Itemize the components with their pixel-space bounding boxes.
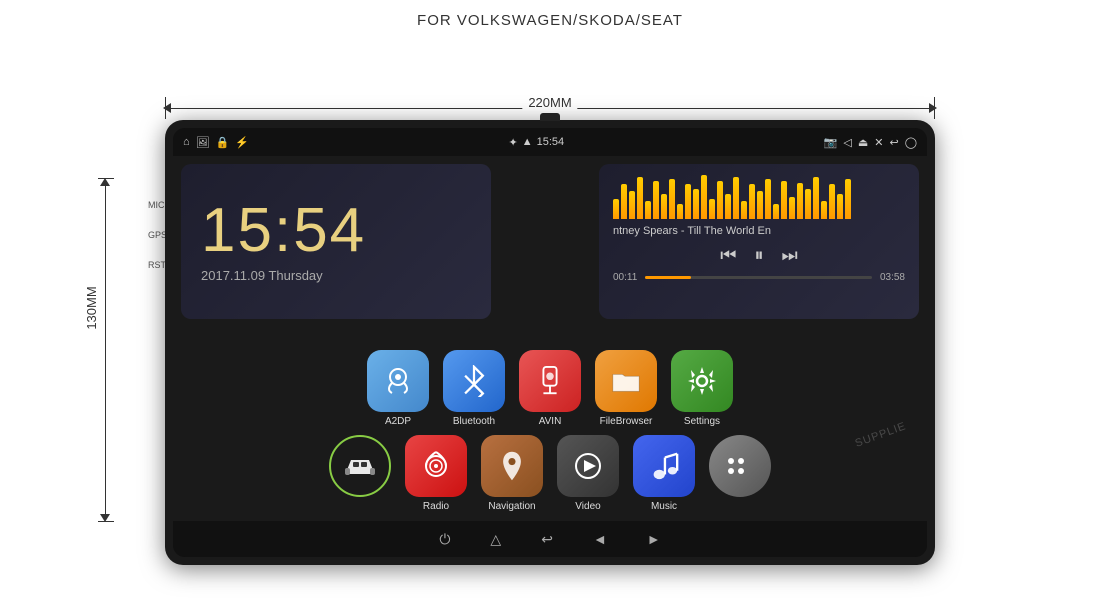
- music-controls: ⏮ ⏸ ⏭: [613, 245, 905, 266]
- music-title: ntney Spears - Till The World En: [613, 225, 905, 237]
- volume-icon[interactable]: ◁: [843, 136, 851, 149]
- next-button[interactable]: ⏭: [782, 245, 798, 266]
- status-left: ⌂ 🖼 🔒 ⚡: [183, 136, 249, 149]
- prev-button[interactable]: ⏮: [720, 245, 736, 266]
- video-icon: [557, 435, 619, 497]
- navigation-icon: [481, 435, 543, 497]
- status-right: 📷 ◁ ⏏ ✕ ↩ ◯: [824, 136, 917, 149]
- app-video[interactable]: Video: [557, 435, 619, 512]
- dim-arrow-left: [163, 103, 171, 113]
- navigation-label: Navigation: [488, 501, 535, 512]
- app-more[interactable]: [709, 435, 771, 512]
- bluetooth-status-icon: ✦: [509, 136, 518, 149]
- app-radio[interactable]: Radio: [405, 435, 467, 512]
- device-frame: ⌂ 🖼 🔒 ⚡ ✦ ▲ 15:54 📷 ◁ ⏏ ✕ ↩ ◯: [165, 120, 935, 565]
- page-title: FOR VOLKSWAGEN/SKODA/SEAT: [417, 12, 683, 29]
- image-icon: 🖼: [196, 136, 210, 149]
- status-center: ✦ ▲ 15:54: [509, 136, 565, 149]
- home-button[interactable]: △: [490, 531, 501, 548]
- music-progress: 00:11 03:58: [613, 272, 905, 283]
- bluetooth-label: Bluetooth: [453, 416, 495, 427]
- settings-label: Settings: [684, 416, 720, 427]
- music-bars: [613, 174, 905, 219]
- music-icon: [633, 435, 695, 497]
- clock-date-display: 2017.11.09 Thursday: [201, 268, 323, 283]
- wifi-icon: ▲: [522, 136, 533, 148]
- time-total: 03:58: [880, 272, 905, 283]
- a2dp-icon: [367, 350, 429, 412]
- time-elapsed: 00:11: [613, 272, 637, 283]
- usb-icon: ⚡: [235, 136, 249, 149]
- music-label: Music: [651, 501, 677, 512]
- avin-label: AVIN: [539, 416, 562, 427]
- lock-icon: 🔒: [216, 136, 230, 149]
- app-avin[interactable]: AVIN: [519, 350, 581, 427]
- a2dp-label: A2DP: [385, 416, 411, 427]
- dim-width-label: 220MM: [522, 95, 577, 110]
- device-bezel: ⌂ 🖼 🔒 ⚡ ✦ ▲ 15:54 📷 ◁ ⏏ ✕ ↩ ◯: [173, 128, 927, 557]
- close-icon[interactable]: ✕: [874, 136, 883, 149]
- avin-icon: [519, 350, 581, 412]
- power-button[interactable]: ⏻: [439, 531, 450, 548]
- back-button[interactable]: ↩: [541, 531, 553, 548]
- settings-icon: [671, 350, 733, 412]
- play-pause-button[interactable]: ⏸: [755, 245, 764, 266]
- dim-arrow-right: [929, 103, 937, 113]
- car-icon-container: [329, 435, 391, 497]
- app-row-1: A2DP Bluetooth: [173, 346, 927, 431]
- progress-fill: [645, 276, 690, 279]
- vol-down-button[interactable]: ◄: [593, 531, 607, 547]
- app-car[interactable]: [329, 435, 391, 512]
- app-row-2: Radio Navigation: [173, 431, 927, 516]
- filebrowser-label: FileBrowser: [600, 416, 653, 427]
- dim-line-vertical: [105, 180, 106, 520]
- progress-bar[interactable]: [645, 276, 872, 279]
- back-icon[interactable]: ↩: [889, 136, 898, 149]
- app-a2dp[interactable]: A2DP: [367, 350, 429, 427]
- app-navigation[interactable]: Navigation: [481, 435, 543, 512]
- home-icon[interactable]: ⌂: [183, 136, 190, 148]
- music-widget: ntney Spears - Till The World En ⏮ ⏸ ⏭ 0…: [599, 164, 919, 319]
- vol-up-button[interactable]: ►: [647, 531, 661, 547]
- radio-icon: [405, 435, 467, 497]
- device-connector-nub: [540, 113, 560, 121]
- app-grid: A2DP Bluetooth: [173, 346, 927, 516]
- status-bar: ⌂ 🖼 🔒 ⚡ ✦ ▲ 15:54 📷 ◁ ⏏ ✕ ↩ ◯: [173, 128, 927, 156]
- clock-time-display: 15:54: [201, 200, 366, 262]
- eject-icon: ⏏: [858, 136, 868, 149]
- dim-arrow-bottom: [100, 514, 110, 522]
- status-time: 15:54: [537, 136, 565, 148]
- app-settings[interactable]: Settings: [671, 350, 733, 427]
- screen-content: 15:54 2017.11.09 Thursday ntney Spears -…: [173, 156, 927, 521]
- filebrowser-icon: [595, 350, 657, 412]
- radio-label: Radio: [423, 501, 449, 512]
- more-icon-container: [709, 435, 771, 497]
- video-label: Video: [575, 501, 600, 512]
- nav-home-icon[interactable]: ◯: [905, 136, 917, 149]
- app-bluetooth[interactable]: Bluetooth: [443, 350, 505, 427]
- app-music[interactable]: Music: [633, 435, 695, 512]
- clock-widget: 15:54 2017.11.09 Thursday: [181, 164, 491, 319]
- bluetooth-icon: [443, 350, 505, 412]
- nav-bar: ⏻ △ ↩ ◄ ►: [173, 521, 927, 557]
- dim-height-label: 130MM: [84, 286, 99, 329]
- dim-arrow-top: [100, 178, 110, 186]
- app-filebrowser[interactable]: FileBrowser: [595, 350, 657, 427]
- camera-icon: 📷: [824, 136, 838, 149]
